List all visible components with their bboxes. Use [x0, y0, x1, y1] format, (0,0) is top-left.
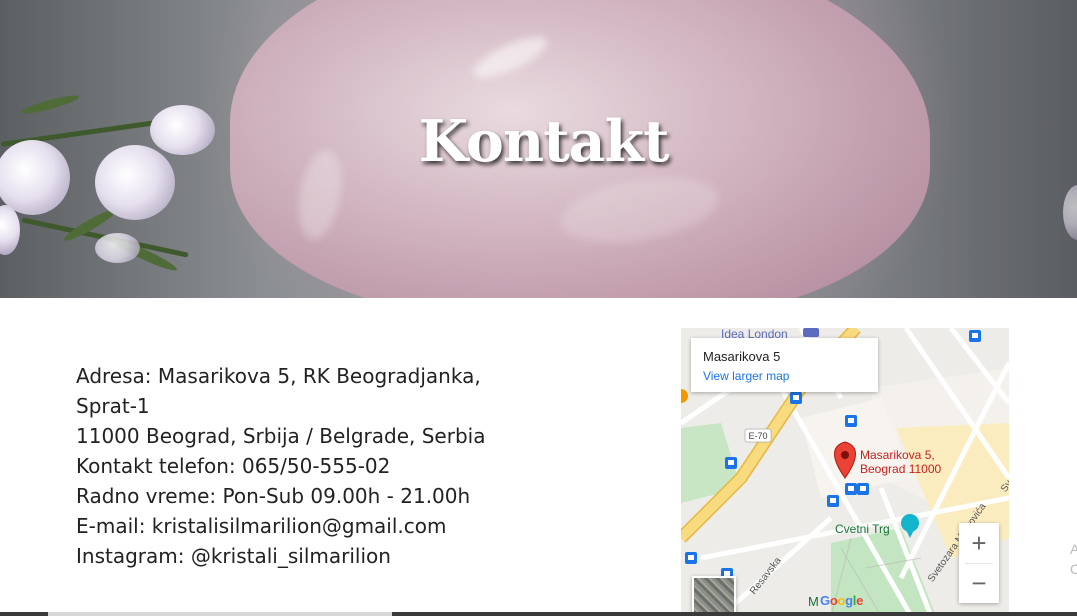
page-title: Kontakt: [418, 108, 670, 175]
marker-label: Masarikova 5, Beograd 11000: [860, 448, 942, 476]
google-logo: Google: [820, 593, 864, 608]
map-place-card: Masarikova 5 View larger map: [691, 338, 878, 392]
hours-line: Radno vreme: Pon-Sub 09.00h - 21.00h: [76, 484, 471, 508]
zoom-in-button[interactable]: +: [959, 523, 999, 563]
zoom-out-button[interactable]: −: [959, 563, 999, 603]
layers-icon[interactable]: [692, 576, 736, 616]
svg-text:E-70: E-70: [748, 431, 767, 441]
map-place-name: Masarikova 5: [703, 349, 781, 364]
address-line: Adresa: Masarikova 5, RK Beogradjanka,: [76, 364, 481, 388]
shopping-cart-icon: [803, 328, 819, 337]
horizontal-scrollbar[interactable]: [0, 612, 1077, 616]
flower-decoration: [1063, 185, 1077, 240]
poi-label-top[interactable]: Idea London: [721, 328, 788, 338]
flower-decoration: [0, 205, 20, 255]
instagram-line: Instagram: @kristali_silmarilion: [76, 544, 391, 568]
edge-text: C: [1070, 561, 1077, 577]
edge-text: A: [1070, 541, 1077, 557]
flower-decoration: [95, 233, 140, 263]
contact-info: Adresa: Masarikova 5, RK Beogradjanka, S…: [76, 361, 516, 571]
scrollbar-thumb[interactable]: [48, 612, 392, 616]
address-floor-line: Sprat-1: [76, 394, 150, 418]
zoom-control: + −: [959, 523, 999, 603]
park-label: M: [808, 594, 819, 609]
google-map-embed[interactable]: E-70 Idea London Cvetni Trg Resavska Sve…: [681, 328, 1009, 616]
phone-line: Kontakt telefon: 065/50-555-02: [76, 454, 391, 478]
poi-label-cvetni-trg[interactable]: Cvetni Trg: [835, 522, 890, 536]
hero-banner: Kontakt: [0, 0, 1077, 298]
city-line: 11000 Beograd, Srbija / Belgrade, Serbia: [76, 424, 486, 448]
email-line: E-mail: kristalisilmarilion@gmail.com: [76, 514, 447, 538]
view-larger-map-link[interactable]: View larger map: [703, 369, 789, 383]
